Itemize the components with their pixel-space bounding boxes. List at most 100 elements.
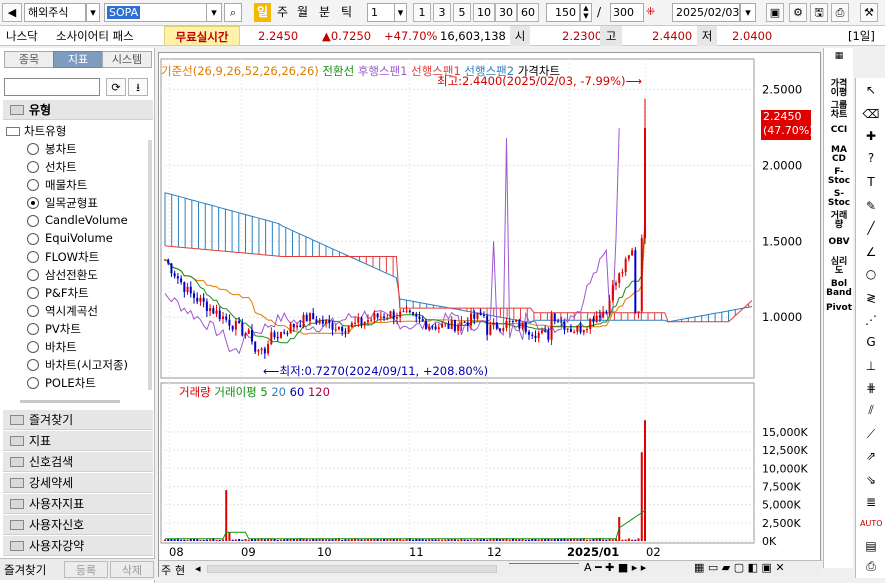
section-type[interactable]: 유형 xyxy=(3,100,153,120)
indicator-shortcut[interactable]: Bol Band xyxy=(824,280,854,298)
period-tick[interactable]: 틱 xyxy=(338,3,355,22)
download-icon[interactable]: ⭳ xyxy=(128,78,148,96)
period-minute[interactable]: 분 xyxy=(316,3,333,22)
chart-type-label[interactable]: 바차트(시고저종) xyxy=(45,357,128,373)
chart-type-radio[interactable] xyxy=(27,179,39,191)
chart-type-radio[interactable] xyxy=(27,143,39,155)
chart-type-radio[interactable] xyxy=(27,269,39,281)
chart-type-label[interactable]: 봉차트 xyxy=(45,141,77,157)
indicator-shortcut[interactable]: 거래 량 xyxy=(824,212,854,230)
date-dropdown-icon[interactable]: ▾ xyxy=(740,3,756,22)
folder-item[interactable]: 즐겨찾기 xyxy=(3,410,153,430)
chart-type-radio[interactable] xyxy=(27,197,39,209)
indicator-shortcut[interactable]: S- Stoc xyxy=(824,190,854,208)
interval-3-button[interactable]: 3 xyxy=(433,3,451,22)
chart-type-radio[interactable] xyxy=(27,251,39,263)
indicator-shortcut[interactable]: MA CD xyxy=(824,146,854,164)
period-week[interactable]: 주 xyxy=(274,3,291,22)
interval-5-button[interactable]: 5 xyxy=(453,3,471,22)
chart-area[interactable]: 2.5000 2.0000 1.5000 1.0000 15,000K 12,500K 10… xyxy=(158,52,822,578)
folder-item[interactable]: 사용자지표 xyxy=(3,494,153,514)
chart-type-radio[interactable] xyxy=(27,359,39,371)
pen-icon[interactable]: ✎ xyxy=(860,196,882,216)
chart-type-radio[interactable] xyxy=(27,323,39,335)
zoom-slider[interactable] xyxy=(509,563,579,564)
crosshair-icon[interactable]: ✚ xyxy=(860,126,882,146)
chart-type-label[interactable]: 일목균형표 xyxy=(45,195,98,211)
layout-icon[interactable]: ▤ xyxy=(860,536,882,556)
circle-icon[interactable]: ○ xyxy=(860,264,882,284)
folder-item[interactable]: 사용자신호 xyxy=(3,515,153,535)
interval-dropdown-icon[interactable]: ▾ xyxy=(394,3,407,22)
chart-type-label[interactable]: EquiVolume xyxy=(45,231,113,245)
nav-week[interactable]: 주 xyxy=(161,562,171,578)
horizontal-scrollbar[interactable] xyxy=(20,400,120,403)
text-icon[interactable]: T xyxy=(860,172,882,192)
indicator-shortcut[interactable]: Pivot xyxy=(824,304,854,313)
period-month[interactable]: 월 xyxy=(294,3,311,22)
tab-stocks[interactable]: 종목 xyxy=(4,51,54,68)
folder-item[interactable]: 지표 xyxy=(3,431,153,451)
chart-type-label[interactable]: POLE차트 xyxy=(45,375,96,391)
window-icon[interactable]: ▣ xyxy=(766,3,784,22)
indicator-shortcut[interactable]: CCI xyxy=(824,126,854,135)
bottom-tab-favorites[interactable]: 즐겨찾기 xyxy=(4,562,46,578)
chart-type-radio[interactable] xyxy=(27,233,39,245)
grid-icon[interactable]: ⋕ xyxy=(860,378,882,398)
count-input[interactable]: 150 xyxy=(546,3,580,22)
arrow-icon[interactable]: ⇘ xyxy=(860,470,882,490)
count-total[interactable]: 300 xyxy=(610,3,644,22)
indicator-shortcut[interactable]: OBV xyxy=(824,238,854,247)
zoom-controls[interactable]: A ━ ✚ ■ ▸ ▸ xyxy=(584,561,646,574)
count-adjust-icon[interactable]: ⁜ xyxy=(646,5,655,18)
chart-type-radio[interactable] xyxy=(27,161,39,173)
market-dropdown-icon[interactable]: ▾ xyxy=(86,3,100,22)
chart-type-radio[interactable] xyxy=(27,305,39,317)
indicator-shortcut[interactable]: 그룹 차트 xyxy=(824,102,854,120)
help-icon[interactable]: ? xyxy=(860,148,882,168)
indicator-shortcut[interactable]: F- Stoc xyxy=(824,168,854,186)
chart-type-label[interactable]: 선차트 xyxy=(45,159,77,175)
ruler-icon[interactable]: ⊥ xyxy=(860,356,882,376)
chart-type-label[interactable]: 바차트 xyxy=(45,339,77,355)
delete-button[interactable]: 삭제 xyxy=(110,561,154,578)
indicator-shortcut[interactable]: 심리 도 xyxy=(824,258,854,276)
date-input[interactable]: 2025/02/03 xyxy=(672,3,740,22)
fibonacci-icon[interactable]: ⋰ xyxy=(860,310,882,330)
register-button[interactable]: 등록 xyxy=(64,561,108,578)
tools-icon[interactable]: ⚒ xyxy=(860,3,878,22)
nav-current[interactable]: 현 xyxy=(175,562,185,578)
symbol-dropdown-icon[interactable]: ▾ xyxy=(206,3,222,22)
refresh-icon[interactable]: ⟳ xyxy=(106,78,126,96)
folder-item[interactable]: 강세약세 xyxy=(3,473,153,493)
interval-30-button[interactable]: 30 xyxy=(495,3,517,22)
tool-header-icon[interactable]: ▦ xyxy=(824,52,854,61)
chart-type-label[interactable]: PV차트 xyxy=(45,321,81,337)
print-icon-2[interactable]: ⎙ xyxy=(860,556,882,576)
back-arrow-icon[interactable]: ◀ xyxy=(2,3,22,22)
trendline-icon[interactable]: ╱ xyxy=(860,218,882,238)
folder-item[interactable]: 사용자강약 xyxy=(3,536,153,556)
chart-type-radio[interactable] xyxy=(27,377,39,389)
cursor-icon[interactable]: ↖ xyxy=(860,80,882,100)
chart-type-radio[interactable] xyxy=(27,341,39,353)
interval-10-button[interactable]: 10 xyxy=(473,3,495,22)
interval-60-button[interactable]: 60 xyxy=(517,3,539,22)
tab-indicators[interactable]: 지표 xyxy=(53,51,103,68)
chart-type-group[interactable]: 차트유형 xyxy=(6,123,66,139)
chart-type-label[interactable]: P&F차트 xyxy=(45,285,89,301)
chart-type-label[interactable]: FLOW차트 xyxy=(45,249,99,265)
price-chart-svg[interactable]: 2.5000 2.0000 1.5000 1.0000 15,000K 12,500K 10… xyxy=(159,53,822,578)
print-icon[interactable]: ⎙ xyxy=(831,3,849,22)
search-icon[interactable]: ⌕ xyxy=(224,3,242,22)
tab-system[interactable]: 시스템 xyxy=(102,51,152,68)
eraser-icon[interactable]: ⌫ xyxy=(860,104,882,124)
fan-icon[interactable]: ⟋ xyxy=(860,424,882,444)
angle-icon[interactable]: ∠ xyxy=(860,242,882,262)
chart-type-label[interactable]: CandleVolume xyxy=(45,213,128,227)
chart-scrollbar[interactable] xyxy=(207,565,497,573)
gann-icon[interactable]: G xyxy=(860,332,882,352)
scroll-left-icon[interactable]: ◂ xyxy=(195,562,201,575)
zigzag-icon[interactable]: ≷ xyxy=(860,288,882,308)
period-day[interactable]: 일 xyxy=(254,3,271,22)
